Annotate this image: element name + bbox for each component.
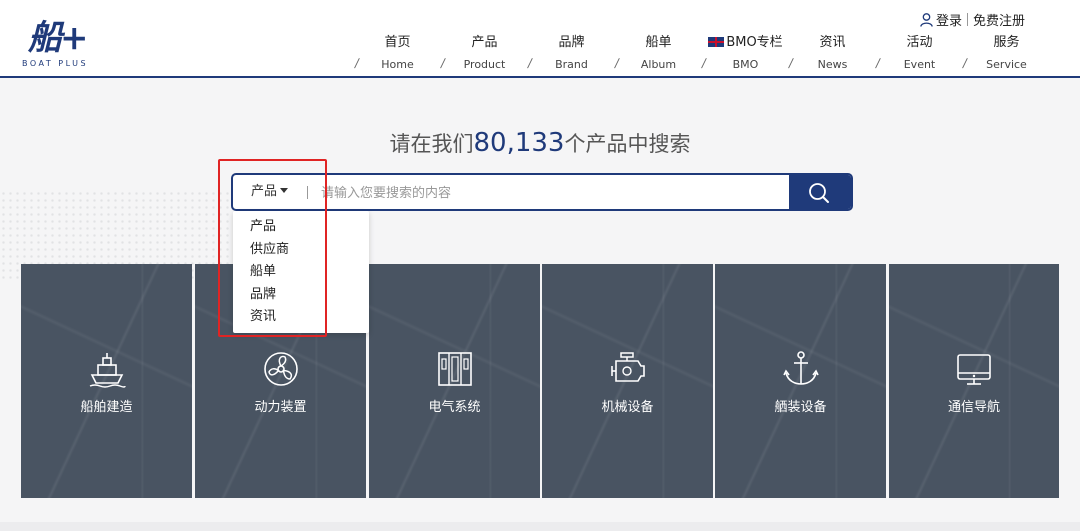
nav-label-cn: 服务: [993, 35, 1020, 50]
nav-label-cn: 首页: [384, 35, 411, 50]
auth-links: 登录 免费注册: [920, 10, 1025, 29]
product-count: 80,133: [473, 128, 565, 158]
logo[interactable]: 船+ BOAT PLUS: [22, 10, 88, 70]
nav-label-cn: 资讯: [819, 35, 846, 50]
nav-item-album[interactable]: 船单 Album: [615, 34, 702, 74]
user-icon: [920, 12, 933, 27]
nav-label-en: Album: [640, 58, 677, 71]
header: 船+ BOAT PLUS 登录 免费注册 首页 Home 产品 Product …: [0, 0, 1080, 78]
propeller-icon: [263, 352, 298, 386]
headline-prefix: 请在我们: [389, 132, 474, 156]
nav-label-en: Brand: [555, 58, 588, 71]
category-label: 舾装设备: [774, 400, 827, 415]
nav-item-brand[interactable]: 品牌 Brand: [528, 34, 615, 74]
nav-item-bmo[interactable]: BMO专栏 BMO: [702, 34, 789, 74]
engine-icon: [610, 352, 645, 382]
nav-label-cn: 品牌: [558, 35, 585, 50]
category-tile-shipbuilding[interactable]: 船舶建造: [21, 264, 192, 498]
category-label: 电气系统: [428, 400, 481, 415]
nav-label-en: Home: [381, 58, 414, 71]
uk-flag-icon: [708, 37, 725, 47]
nav-label-cn: BMO专栏: [702, 34, 789, 52]
nav-label-cn: 船单: [645, 35, 672, 50]
headline-suffix: 个产品中搜索: [564, 132, 691, 156]
nav-item-event[interactable]: 活动 Event: [876, 34, 963, 74]
login-link[interactable]: 登录: [936, 10, 962, 29]
search-button[interactable]: [789, 175, 851, 209]
nav-label-en: BMO: [732, 58, 759, 71]
search-input[interactable]: [319, 175, 793, 209]
anchor-icon: [782, 351, 819, 385]
footer-strip: [0, 522, 1080, 531]
nav-item-product[interactable]: 产品 Product: [441, 34, 528, 74]
nav-label-en: Service: [986, 58, 1027, 71]
ship-icon: [89, 353, 126, 388]
annotation-highlight-box: [218, 159, 327, 337]
nav-label-en: Event: [903, 58, 936, 71]
nav-item-service[interactable]: 服务 Service: [963, 34, 1050, 74]
category-tile-machinery[interactable]: 机械设备: [542, 264, 713, 498]
category-tiles: 船舶建造 动力装置 电气系统 机械设备 舾装设备 通信导航: [21, 264, 1059, 498]
category-label: 船舶建造: [80, 400, 133, 415]
category-tile-navigation[interactable]: 通信导航: [889, 264, 1059, 498]
nav-label-en: News: [817, 58, 848, 71]
category-label: 通信导航: [947, 400, 1000, 415]
category-tile-electrical[interactable]: 电气系统: [369, 264, 540, 498]
nav-label-en: Product: [463, 58, 506, 71]
logo-mark: 船+: [28, 18, 88, 58]
monitor-icon: [957, 354, 991, 385]
logo-text: BOAT PLUS: [22, 59, 89, 68]
category-label: 动力装置: [254, 400, 307, 415]
search-icon: [809, 183, 829, 203]
nav-label-bmo: BMO专栏: [726, 35, 783, 50]
category-tile-outfitting[interactable]: 舾装设备: [715, 264, 886, 498]
electrical-panel-icon: [437, 352, 472, 386]
category-label: 机械设备: [601, 400, 654, 415]
nav-item-home[interactable]: 首页 Home: [354, 34, 441, 74]
nav-item-news[interactable]: 资讯 News: [789, 34, 876, 74]
auth-separator: [966, 13, 968, 26]
search-headline: 请在我们80,133个产品中搜索: [0, 128, 1080, 158]
nav-label-cn: 活动: [906, 35, 933, 50]
nav-label-cn: 产品: [471, 35, 498, 50]
register-link[interactable]: 免费注册: [973, 10, 1025, 29]
